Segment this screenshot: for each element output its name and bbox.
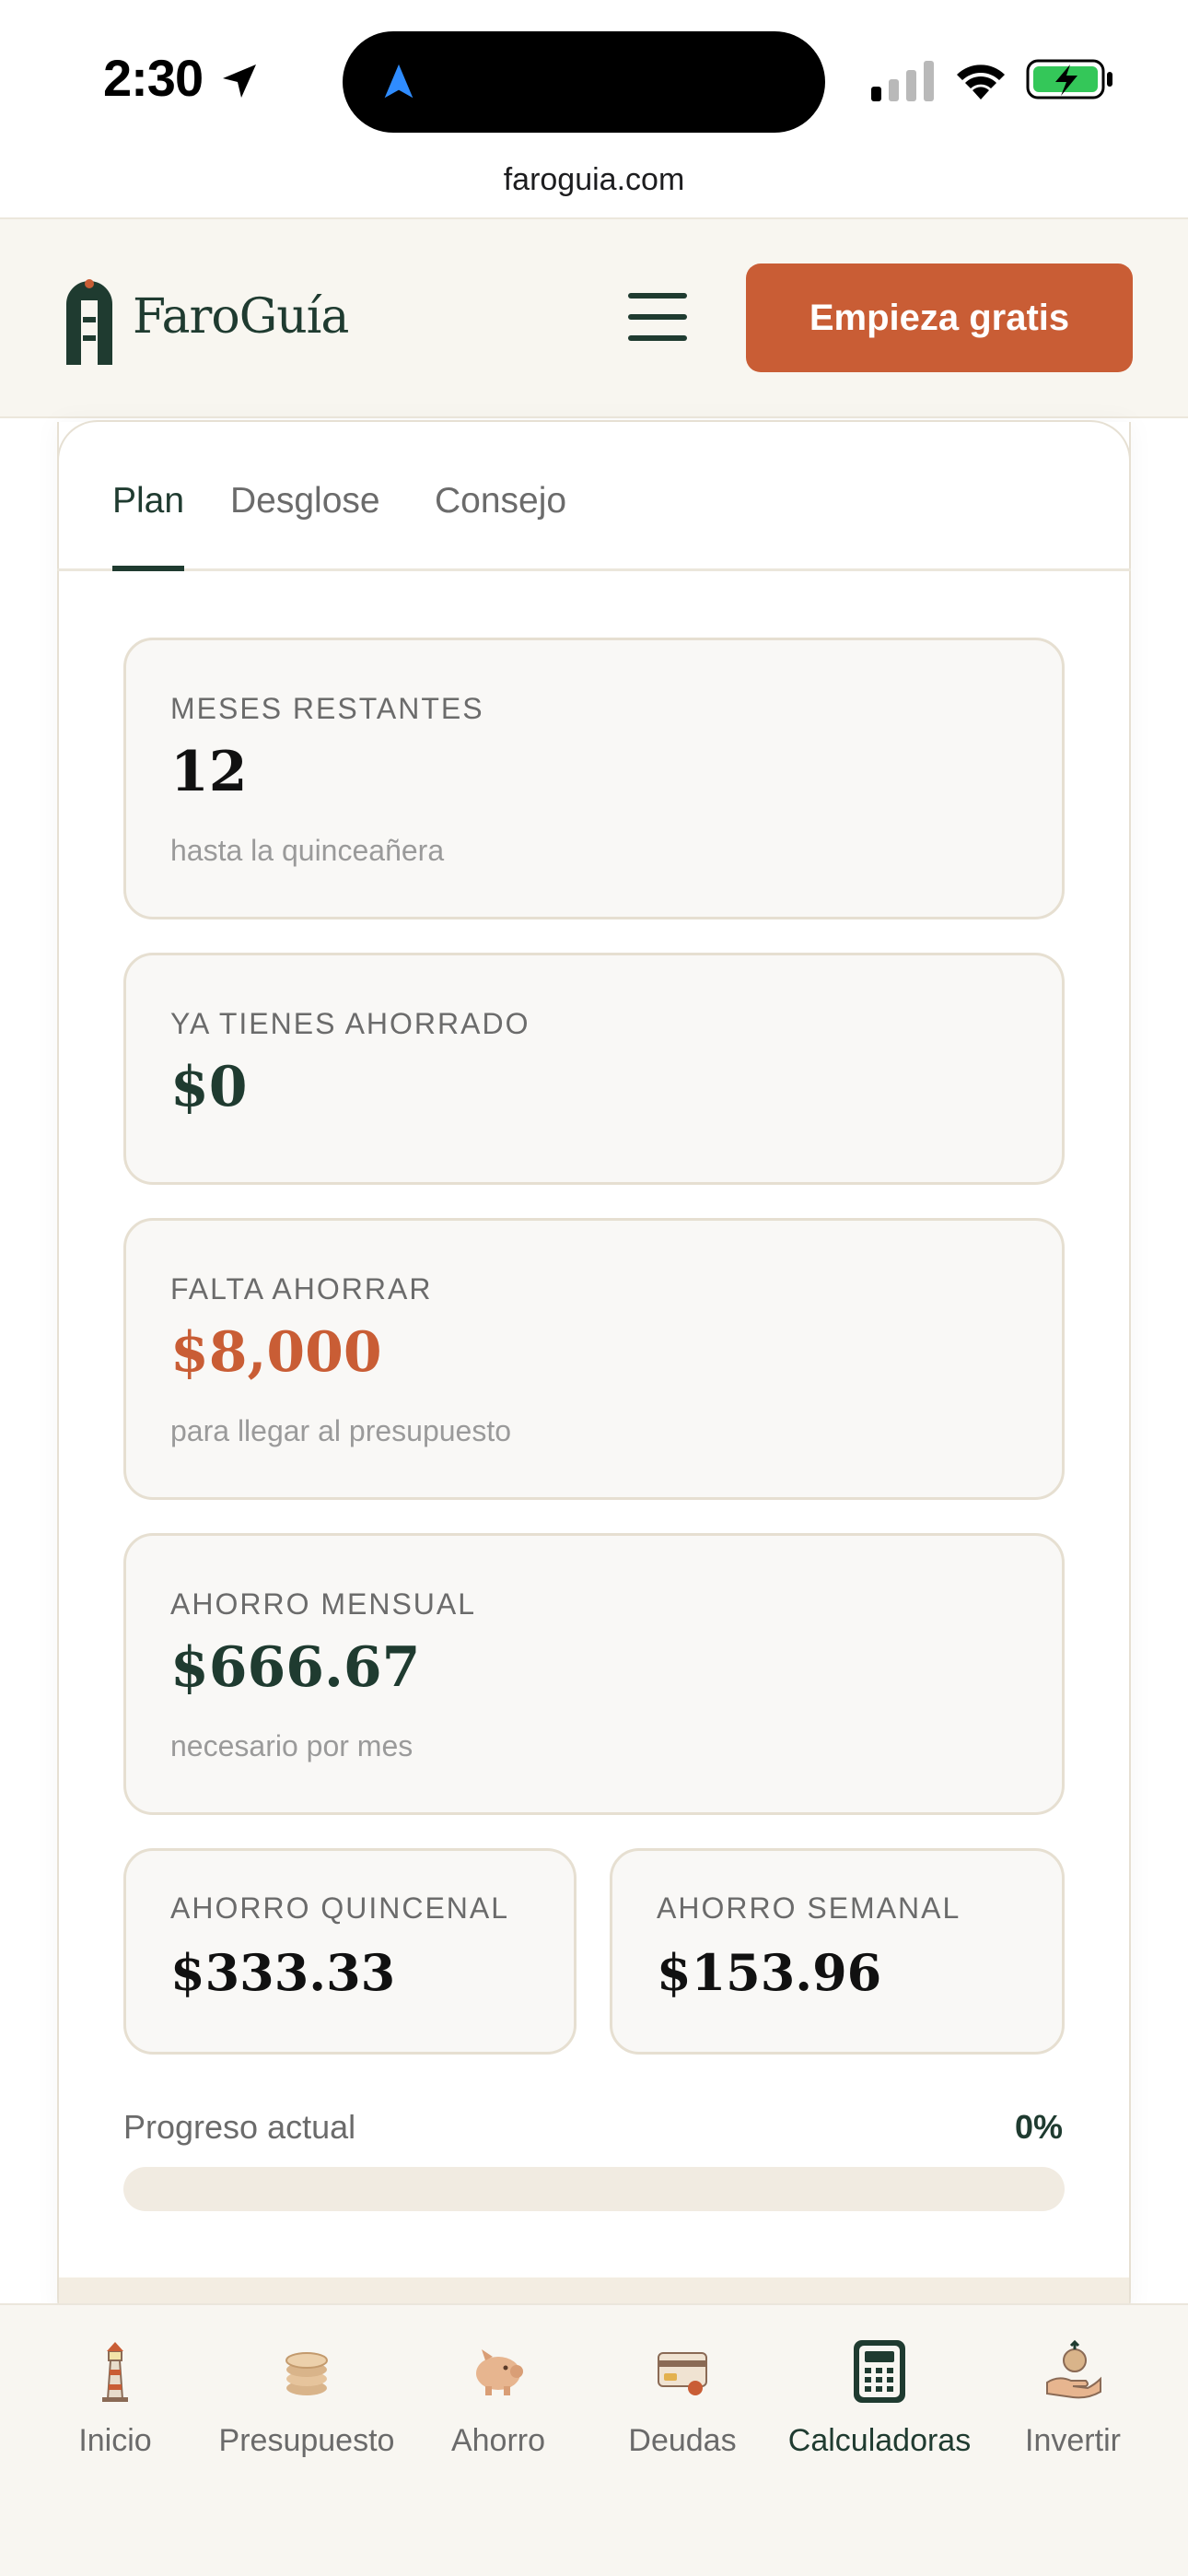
lighthouse-logo-icon[interactable]: [61, 276, 118, 365]
monthly-savings-value: $666.67: [170, 1635, 421, 1700]
weekly-savings-label: AHORRO SEMANAL: [657, 1891, 961, 1925]
progress-label: Progreso actual: [123, 2108, 356, 2146]
already-saved-card: YA TIENES AHORRADO $0: [123, 953, 1065, 1185]
weekly-savings-card: AHORRO SEMANAL $153.96: [610, 1848, 1065, 2055]
browser-url[interactable]: faroguia.com: [0, 162, 1188, 198]
hamburger-menu-icon[interactable]: [628, 293, 687, 346]
dynamic-island: [343, 31, 825, 133]
progress-percent: 0%: [1014, 2108, 1063, 2146]
battery-charging-icon: [1026, 59, 1112, 100]
months-remaining-value: 12: [170, 740, 248, 804]
monthly-savings-card: AHORRO MENSUAL $666.67 necesario por mes: [123, 1533, 1065, 1815]
investment-hand-icon: [1046, 2339, 1101, 2399]
logo-text[interactable]: FaroGuía: [133, 289, 349, 345]
coins-icon: [285, 2352, 328, 2395]
calculator-icon: [854, 2340, 905, 2403]
location-arrow-icon: [223, 64, 256, 98]
biweekly-savings-value: $333.33: [170, 1943, 396, 2002]
already-saved-label: YA TIENES AHORRADO: [170, 1007, 530, 1040]
nav-invertir-label: Invertir: [1025, 2423, 1121, 2458]
remaining-to-save-value: $8,000: [170, 1320, 382, 1385]
status-time: 2:30: [103, 49, 204, 107]
monthly-savings-note: necesario por mes: [170, 1729, 413, 1762]
piggy-bank-icon: [476, 2349, 523, 2395]
months-remaining-note: hasta la quinceañera: [170, 834, 445, 867]
already-saved-value: $0: [170, 1055, 248, 1119]
weekly-savings-value: $153.96: [657, 1943, 882, 2002]
biweekly-savings-card: AHORRO QUINCENAL $333.33: [123, 1848, 577, 2055]
cellular-signal-icon: [871, 61, 934, 101]
remaining-to-save-label: FALTA AHORRAR: [170, 1272, 433, 1306]
navigation-arrow-icon: [384, 64, 413, 99]
nav-inicio[interactable]: Inicio: [18, 2305, 212, 2508]
status-bar: 2:30 faroguia.com: [0, 0, 1188, 197]
monthly-savings-label: AHORRO MENSUAL: [170, 1587, 477, 1621]
nav-invertir[interactable]: Invertir: [976, 2305, 1170, 2508]
nav-calculadoras[interactable]: Calculadoras: [783, 2305, 976, 2508]
nav-ahorro-label: Ahorro: [450, 2423, 546, 2458]
start-free-button[interactable]: Empieza gratis: [746, 263, 1133, 372]
nav-inicio-label: Inicio: [78, 2423, 152, 2458]
biweekly-savings-label: AHORRO QUINCENAL: [170, 1891, 510, 1925]
bottom-navigation: Inicio Presupuesto Ahorro Deudas Calcula…: [0, 2303, 1188, 2576]
tab-consejo[interactable]: Consejo: [435, 481, 566, 566]
nav-calculadoras-label: Calculadoras: [787, 2423, 972, 2458]
tab-plan[interactable]: Plan: [112, 481, 185, 571]
remaining-to-save-note: para llegar al presupuesto: [170, 1414, 512, 1447]
credit-card-icon: [658, 2352, 707, 2395]
progress-bar: [123, 2167, 1065, 2211]
tab-desglose[interactable]: Desglose: [230, 481, 380, 566]
months-remaining-card: MESES RESTANTES 12 hasta la quinceañera: [123, 638, 1065, 919]
nav-ahorro[interactable]: Ahorro: [402, 2305, 595, 2508]
nav-presupuesto-label: Presupuesto: [218, 2423, 395, 2458]
plan-tabs: Plan Desglose Consejo: [57, 420, 1131, 571]
months-remaining-label: MESES RESTANTES: [170, 692, 484, 725]
lighthouse-icon: [102, 2342, 128, 2402]
nav-deudas-label: Deudas: [628, 2423, 737, 2458]
wifi-icon: [957, 64, 1005, 100]
remaining-to-save-card: FALTA AHORRAR $8,000 para llegar al pres…: [123, 1218, 1065, 1500]
nav-presupuesto[interactable]: Presupuesto: [210, 2305, 403, 2508]
nav-deudas[interactable]: Deudas: [586, 2305, 779, 2508]
site-header: FaroGuía Empieza gratis: [0, 217, 1188, 418]
